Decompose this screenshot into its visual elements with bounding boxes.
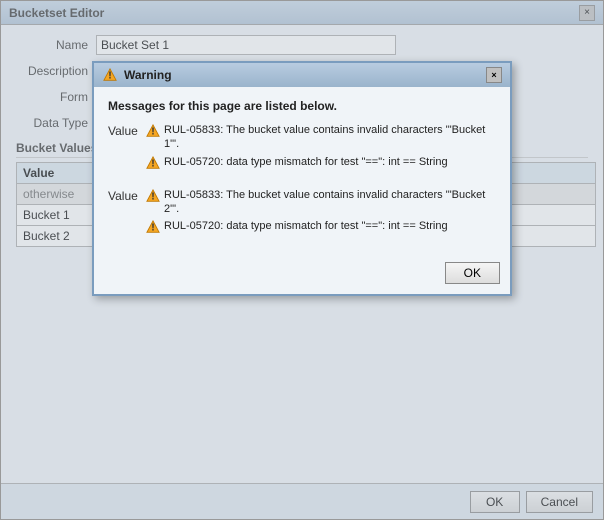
dialog-heading: Messages for this page are listed below. — [108, 99, 496, 113]
main-window: Bucketset Editor × Name Description Form… — [0, 0, 604, 520]
message-item: ! RUL-05720: data type mismatch for test… — [146, 155, 496, 173]
message-text: RUL-05720: data type mismatch for test "… — [164, 155, 448, 169]
dialog-body: Messages for this page are listed below.… — [94, 87, 510, 256]
message-separator — [108, 180, 496, 188]
warn-triangle-icon: ! — [146, 124, 160, 141]
message-text: RUL-05833: The bucket value contains inv… — [164, 188, 496, 217]
warning-icon: ! — [102, 67, 118, 83]
dialog-footer: OK — [94, 256, 510, 294]
message-label-2: Value — [108, 188, 146, 203]
svg-text:!: ! — [151, 157, 155, 169]
message-list-2: ! RUL-05833: The bucket value contains i… — [146, 188, 496, 241]
dialog-overlay: ! Warning × Messages for this page are l… — [1, 1, 603, 519]
svg-text:!: ! — [108, 70, 112, 82]
svg-text:!: ! — [151, 222, 155, 234]
message-item: ! RUL-05833: The bucket value contains i… — [146, 123, 496, 152]
message-group-2: Value ! RUL-05833: The bucket value cont… — [108, 188, 496, 241]
warn-triangle-icon: ! — [146, 156, 160, 173]
warn-triangle-icon: ! — [146, 189, 160, 206]
svg-text:!: ! — [151, 190, 155, 202]
message-item: ! RUL-05833: The bucket value contains i… — [146, 188, 496, 217]
dialog-close-button[interactable]: × — [486, 67, 502, 83]
message-text: RUL-05720: data type mismatch for test "… — [164, 219, 448, 233]
svg-text:!: ! — [151, 126, 155, 138]
message-text: RUL-05833: The bucket value contains inv… — [164, 123, 496, 152]
message-item: ! RUL-05720: data type mismatch for test… — [146, 219, 496, 237]
warn-triangle-icon: ! — [146, 220, 160, 237]
message-label-1: Value — [108, 123, 146, 138]
warning-dialog: ! Warning × Messages for this page are l… — [92, 61, 512, 296]
dialog-title-content: ! Warning — [102, 67, 172, 83]
message-group-1: Value ! RUL-05833: The bucket value cont… — [108, 123, 496, 176]
message-list-1: ! RUL-05833: The bucket value contains i… — [146, 123, 496, 176]
dialog-ok-button[interactable]: OK — [445, 262, 500, 284]
dialog-title-text: Warning — [124, 68, 172, 82]
dialog-title-bar: ! Warning × — [94, 63, 510, 87]
